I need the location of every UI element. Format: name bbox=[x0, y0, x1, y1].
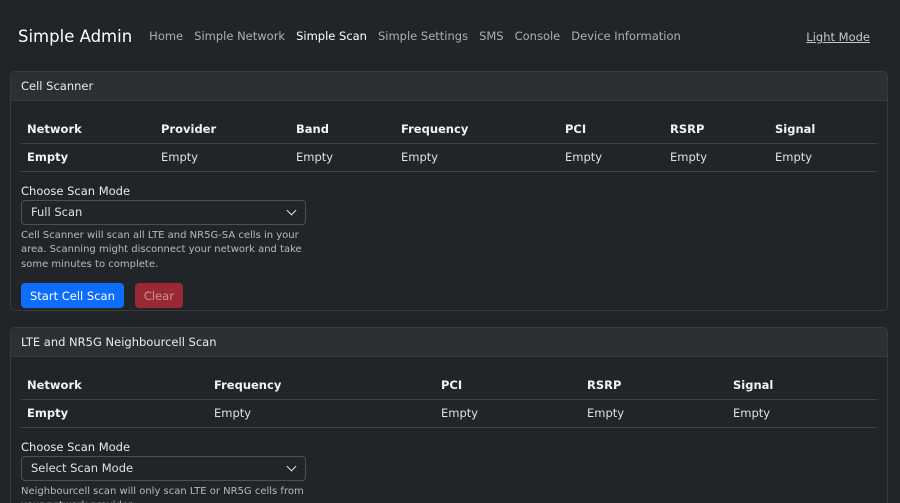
col-network: Network bbox=[21, 115, 155, 144]
scan-mode-select[interactable]: Full Scan bbox=[21, 199, 306, 225]
col-frequency: Frequency bbox=[208, 371, 435, 400]
brand-title[interactable]: Simple Admin bbox=[18, 27, 132, 46]
cell-frequency: Empty bbox=[395, 143, 559, 172]
cell-rsrp: Empty bbox=[664, 143, 769, 172]
neighbourcell-scan-body: Network Frequency PCI RSRP Signal Empty … bbox=[11, 357, 887, 503]
light-mode-toggle[interactable]: Light Mode bbox=[806, 30, 870, 44]
cell-rsrp: Empty bbox=[581, 399, 727, 428]
cell-scanner-help-text: Cell Scanner will scan all LTE and NR5G-… bbox=[21, 229, 302, 270]
col-signal: Signal bbox=[769, 115, 877, 144]
nav-links: Home Simple Network Simple Scan Simple S… bbox=[149, 29, 681, 43]
table-row: Empty Empty Empty Empty Empty bbox=[21, 399, 877, 428]
neighbour-scan-mode-value: Select Scan Mode bbox=[31, 461, 134, 475]
cell-provider: Empty bbox=[155, 143, 290, 172]
col-signal: Signal bbox=[727, 371, 877, 400]
nav-sms[interactable]: SMS bbox=[479, 29, 504, 43]
cell-frequency: Empty bbox=[208, 399, 435, 428]
cell-band: Empty bbox=[290, 143, 395, 172]
col-provider: Provider bbox=[155, 115, 290, 144]
neighbourcell-help-text: Neighbourcell scan will only scan LTE or… bbox=[21, 485, 304, 503]
cell-scanner-card: Cell Scanner Network Provider Band Frequ… bbox=[10, 71, 888, 311]
col-frequency: Frequency bbox=[395, 115, 559, 144]
nav-home[interactable]: Home bbox=[149, 29, 183, 43]
cell-scanner-body: Network Provider Band Frequency PCI RSRP… bbox=[11, 101, 887, 308]
table-header-row: Network Frequency PCI RSRP Signal bbox=[21, 371, 877, 400]
neighbour-scan-mode-select[interactable]: Select Scan Mode bbox=[21, 455, 306, 481]
nav-console[interactable]: Console bbox=[515, 29, 561, 43]
col-band: Band bbox=[290, 115, 395, 144]
neighbourcell-table: Network Frequency PCI RSRP Signal Empty … bbox=[21, 371, 877, 428]
nav-simple-network[interactable]: Simple Network bbox=[194, 29, 285, 43]
neighbourcell-scan-header: LTE and NR5G Neighbourcell Scan bbox=[11, 328, 887, 357]
cell-signal: Empty bbox=[727, 399, 877, 428]
cell-scanner-table: Network Provider Band Frequency PCI RSRP… bbox=[21, 115, 877, 172]
neighbour-scan-mode-label: Choose Scan Mode bbox=[21, 439, 131, 454]
col-rsrp: RSRP bbox=[664, 115, 769, 144]
nav-simple-settings[interactable]: Simple Settings bbox=[378, 29, 468, 43]
nav-simple-scan[interactable]: Simple Scan bbox=[296, 29, 367, 43]
cell-pci: Empty bbox=[435, 399, 581, 428]
top-navbar: Simple Admin Home Simple Network Simple … bbox=[0, 0, 900, 72]
clear-button[interactable]: Clear bbox=[134, 283, 183, 308]
col-network: Network bbox=[21, 371, 208, 400]
neighbourcell-scan-card: LTE and NR5G Neighbourcell Scan Network … bbox=[10, 327, 888, 503]
start-cell-scan-button[interactable]: Start Cell Scan bbox=[21, 283, 124, 308]
table-row: Empty Empty Empty Empty Empty Empty Empt… bbox=[21, 143, 877, 172]
chevron-down-icon bbox=[286, 205, 297, 215]
col-pci: PCI bbox=[435, 371, 581, 400]
col-rsrp: RSRP bbox=[581, 371, 727, 400]
col-pci: PCI bbox=[559, 115, 664, 144]
chevron-down-icon bbox=[286, 461, 297, 471]
table-header-row: Network Provider Band Frequency PCI RSRP… bbox=[21, 115, 877, 144]
cell-pci: Empty bbox=[559, 143, 664, 172]
scan-mode-value: Full Scan bbox=[31, 205, 83, 219]
cell-network: Empty bbox=[21, 143, 155, 172]
cell-scanner-actions: Start Cell Scan Clear bbox=[21, 283, 877, 308]
cell-network: Empty bbox=[21, 399, 208, 428]
cell-signal: Empty bbox=[769, 143, 877, 172]
cell-scanner-header: Cell Scanner bbox=[11, 72, 887, 101]
nav-device-information[interactable]: Device Information bbox=[571, 29, 681, 43]
scan-mode-label: Choose Scan Mode bbox=[21, 183, 131, 198]
